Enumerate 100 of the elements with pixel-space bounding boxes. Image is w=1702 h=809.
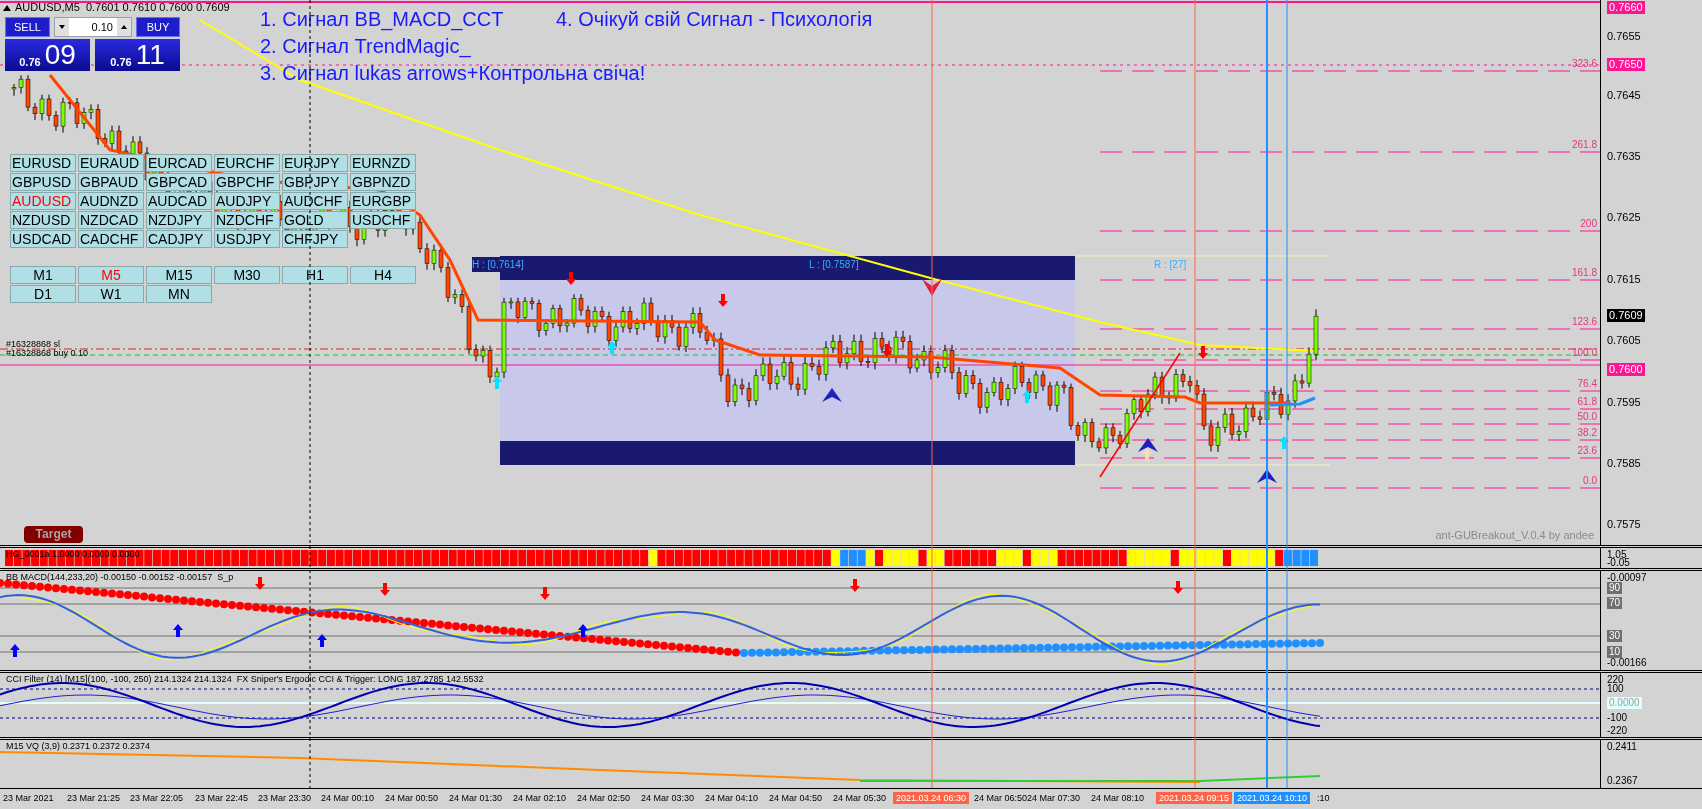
symbol-button[interactable]: EURUSD <box>10 154 76 172</box>
bid-panel[interactable]: 0.76 09 <box>5 39 90 71</box>
axis-label: 100 <box>1607 683 1624 696</box>
time-label: :10 <box>1317 792 1330 805</box>
timeframe-button[interactable]: H4 <box>350 266 416 284</box>
order-label: #16328868 buy 0.10 <box>6 349 89 358</box>
symbol-button[interactable]: EURJPY <box>282 154 348 172</box>
symbol-button[interactable]: NZDCHF <box>214 211 280 229</box>
fib-level-label: 38.2 <box>1577 427 1597 439</box>
time-label: 24 Mar 06:50 <box>974 792 1028 805</box>
time-label: 24 Mar 04:50 <box>769 792 823 805</box>
symbol-button[interactable]: NZDUSD <box>10 211 76 229</box>
timeframe-button[interactable]: M30 <box>214 266 280 284</box>
time-label: 24 Mar 03:30 <box>641 792 695 805</box>
price-label: 0.7635 <box>1607 150 1641 163</box>
symbol-button[interactable]: NZDCAD <box>78 211 144 229</box>
time-label: 23 Mar 22:05 <box>130 792 184 805</box>
axis-label: -220 <box>1607 725 1627 738</box>
timeframe-button[interactable]: M15 <box>146 266 212 284</box>
fib-level-label: 50.0 <box>1577 411 1597 423</box>
symbol-button[interactable]: AUDNZD <box>78 192 144 210</box>
symbol-button[interactable]: AUDCAD <box>146 192 212 210</box>
ask-prefix: 0.76 <box>110 55 132 70</box>
indicator-title: M15 VQ (3,9) 0.2371 0.2372 0.2374 <box>6 741 151 753</box>
axis-label: 30 <box>1607 629 1623 642</box>
symbol-button[interactable]: EURCHF <box>214 154 280 172</box>
symbol-button[interactable]: AUDJPY <box>214 192 280 210</box>
ask-panel[interactable]: 0.76 11 <box>95 39 180 71</box>
symbol-button[interactable]: NZDJPY <box>146 211 212 229</box>
fib-level-label: 161.8 <box>1571 267 1597 279</box>
symbol-button[interactable]: AUDCHF <box>282 192 348 210</box>
symbol-button[interactable]: USDCHF <box>350 211 416 229</box>
time-label: 24 Mar 02:10 <box>513 792 567 805</box>
symbol-button[interactable]: USDJPY <box>214 230 280 248</box>
time-label: 24 Mar 00:50 <box>385 792 439 805</box>
time-label: 24 Mar 05:30 <box>833 792 887 805</box>
symbol-button[interactable]: EURGBP <box>350 192 416 210</box>
axis-label: 10 <box>1607 645 1623 658</box>
price-label: 0.7575 <box>1607 518 1641 531</box>
time-label: 24 Mar 00:10 <box>321 792 375 805</box>
price-label: 0.7645 <box>1607 89 1641 102</box>
time-label: 24 Mar 02:50 <box>577 792 631 805</box>
timeframe-button[interactable]: W1 <box>78 285 144 303</box>
symbol-button[interactable]: GBPJPY <box>282 173 348 191</box>
bid-digits: 09 <box>44 40 76 70</box>
time-label: 23 Mar 21:25 <box>67 792 121 805</box>
sell-button[interactable]: SELL <box>5 17 50 37</box>
symbol-button[interactable]: EURAUD <box>78 154 144 172</box>
chart-title: AUDUSD,M5 0.7601 0.7610 0.7600 0.7609 <box>15 1 230 14</box>
target-button[interactable]: Target <box>24 526 83 543</box>
price-label: 0.7625 <box>1607 211 1641 224</box>
time-label: 2021.03.24 09:15 <box>1156 792 1233 805</box>
indicator-credit: ant-GUBreakout_V.0.4 by andee <box>1435 528 1594 543</box>
axis-label: 70 <box>1607 596 1623 609</box>
box-range-label: R : [27] <box>1154 258 1187 272</box>
axis-label: -0.00097 <box>1607 571 1647 583</box>
time-label: 24 Mar 04:10 <box>705 792 759 805</box>
fib-level-label: 76.4 <box>1577 378 1597 390</box>
signal-note: 1. Сигнал BB_MACD_CCT <box>260 7 504 33</box>
time-label: 2021.03.24 10:10 <box>1234 792 1311 805</box>
price-label: 0.7609 <box>1607 309 1645 322</box>
symbol-button[interactable]: GBPAUD <box>78 173 144 191</box>
fib-level-label: 23.6 <box>1577 445 1597 457</box>
symbol-button[interactable]: GBPCAD <box>146 173 212 191</box>
triangle-icon[interactable] <box>3 4 11 11</box>
axis-label: 220 <box>1607 674 1624 686</box>
timeframe-button[interactable]: H1 <box>282 266 348 284</box>
price-label: 0.7600 <box>1607 363 1645 376</box>
symbol-button[interactable]: CADJPY <box>146 230 212 248</box>
axis-label: 90 <box>1607 581 1623 594</box>
symbol-button[interactable]: EURCAD <box>146 154 212 172</box>
time-label: 2021.03.24 06:30 <box>893 792 970 805</box>
symbol-button[interactable]: GBPNZD <box>350 173 416 191</box>
price-label: 0.7585 <box>1607 457 1641 470</box>
fib-level-label: 323.6 <box>1571 58 1597 70</box>
symbol-button[interactable]: USDCAD <box>10 230 76 248</box>
bid-prefix: 0.76 <box>19 55 41 70</box>
timeframe-button[interactable]: D1 <box>10 285 76 303</box>
time-label: 24 Mar 08:10 <box>1091 792 1145 805</box>
box-low-label: L : [0.7587] <box>809 258 859 272</box>
symbol-button[interactable]: GBPUSD <box>10 173 76 191</box>
symbol-button[interactable]: EURNZD <box>350 154 416 172</box>
fib-level-label: 61.8 <box>1577 396 1597 408</box>
price-label: 0.7660 <box>1607 1 1645 14</box>
fib-level-label: 200 <box>1580 218 1597 230</box>
timeframe-button[interactable]: MN <box>146 285 212 303</box>
order-label: #16328868 sl <box>6 340 62 349</box>
time-label: 24 Mar 07:30 <box>1027 792 1081 805</box>
indicator-title: BB MACD(144,233,20) -0.00150 -0.00152 -0.00157 S_p <box>6 571 234 583</box>
symbol-button[interactable]: GOLD <box>282 211 348 229</box>
signal-note: 2. Сигнал TrendMagic_ <box>260 34 471 60</box>
time-label: 23 Mar 2021 <box>3 792 54 805</box>
symbol-button[interactable]: CADCHF <box>78 230 144 248</box>
timeframe-button[interactable]: M1 <box>10 266 76 284</box>
symbol-button[interactable]: GBPCHF <box>214 173 280 191</box>
price-label: 0.7605 <box>1607 334 1641 347</box>
price-label: 0.7615 <box>1607 273 1641 286</box>
buy-button[interactable]: BUY <box>136 17 180 37</box>
symbol-button[interactable]: CHFJPY <box>282 230 348 248</box>
fib-level-label: 123.6 <box>1571 316 1597 328</box>
